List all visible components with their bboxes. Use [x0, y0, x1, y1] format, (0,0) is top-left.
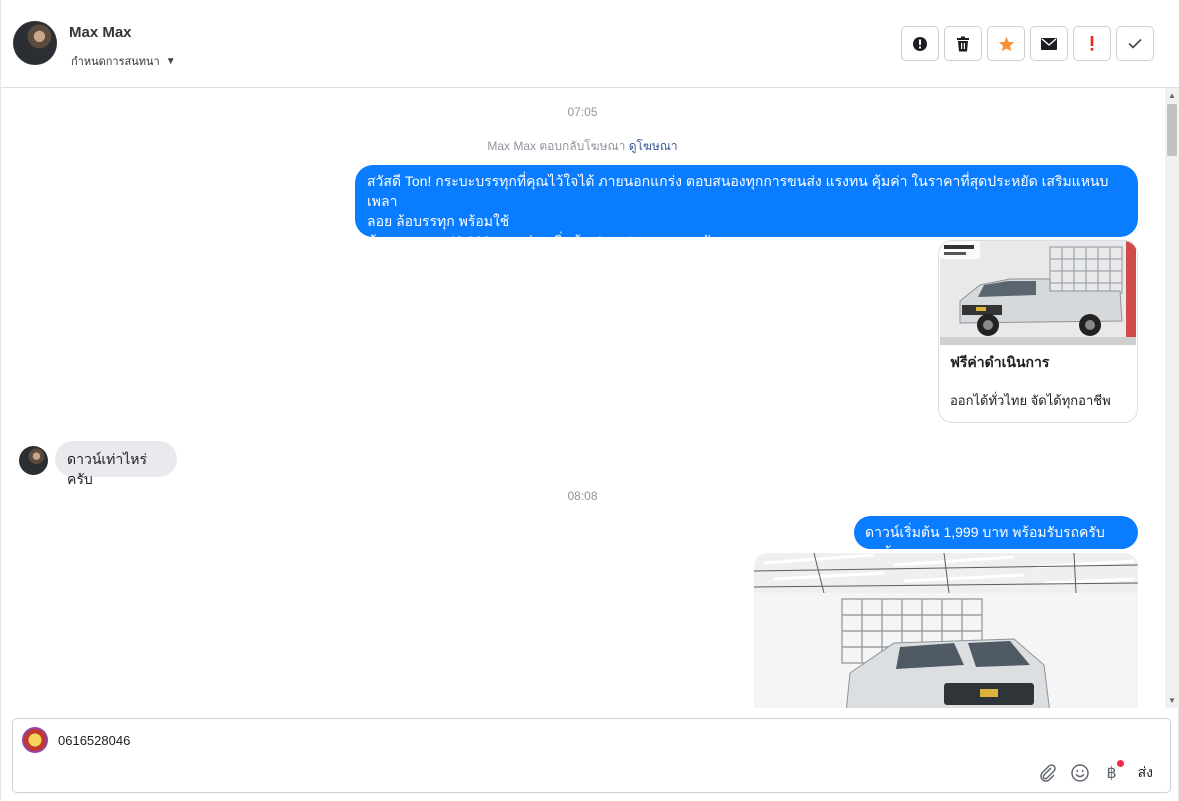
message-input[interactable] — [58, 733, 658, 748]
ad-card[interactable]: ฟรีค่าดำเนินการ ออกได้ทั่วไทย จัดได้ทุกอ… — [938, 240, 1138, 423]
pickup-truck-picture — [754, 553, 1138, 708]
notification-dot — [1116, 760, 1124, 767]
outgoing-message: ดาวน์เริ่มต้น 1,999 บาท พร้อมรับรถครับลู… — [854, 516, 1138, 560]
mark-spam-icon — [913, 36, 927, 51]
attachment-button[interactable] — [1038, 763, 1058, 783]
view-ad-link[interactable]: ดูโฆษณา — [629, 139, 678, 153]
incoming-message: ดาวน์เท่าไหร่ครับ — [55, 441, 177, 487]
pickup-truck-picture — [940, 241, 1136, 345]
conversation-header: Max Max กำหนดการสนทนา ▼ — [1, 0, 1179, 88]
mark-spam-button[interactable] — [901, 26, 939, 61]
delete-button[interactable] — [944, 26, 982, 61]
composer-tools: ฿ ส่ง — [1038, 760, 1153, 784]
emoji-icon — [1070, 764, 1089, 782]
truck-ad-image — [940, 241, 1136, 345]
ad-card-subtitle: ออกได้ทั่วไทย จัดได้ทุกอาชีพ — [950, 393, 1111, 408]
message-thread: 07:05 Max Max ตอบกลับโฆษณา ดูโฆษณา สวัสด… — [1, 88, 1164, 708]
page-avatar — [22, 727, 48, 753]
mark-unread-icon — [1041, 37, 1057, 50]
attachment-icon — [1039, 764, 1056, 782]
contact-avatar[interactable] — [13, 21, 57, 65]
payment-button[interactable]: ฿ — [1102, 760, 1124, 783]
assign-conversation-dropdown[interactable]: กำหนดการสนทนา ▼ — [71, 52, 176, 70]
scroll-down-icon[interactable]: ▼ — [1168, 696, 1176, 705]
done-button[interactable] — [1116, 26, 1154, 61]
messenger-app: Max Max กำหนดการสนทนา ▼ 07:05 Max Max ตอ… — [0, 0, 1179, 801]
truck-photo[interactable] — [754, 553, 1138, 708]
ad-reply-notice: Max Max ตอบกลับโฆษณา ดูโฆษณา — [1, 137, 1164, 156]
timestamp: 08:08 — [567, 489, 598, 503]
contact-name[interactable]: Max Max — [69, 24, 132, 41]
important-button[interactable] — [1073, 26, 1111, 61]
message-composer: ฿ ส่ง — [12, 718, 1171, 793]
assign-label: กำหนดการสนทนา — [71, 56, 160, 68]
star-icon — [998, 36, 1014, 51]
thread-scrollbar[interactable]: ▲ ▼ — [1165, 88, 1179, 708]
done-icon — [1128, 38, 1142, 49]
emoji-button[interactable] — [1070, 763, 1090, 783]
payment-icon: ฿ — [1106, 765, 1117, 782]
outgoing-message: สวัสดี Ton! กระบะบรรทุกที่คุณไว้ใจได้ ภา… — [355, 165, 1138, 249]
message-line: ลอย ล้อบรรทุก พร้อมใช้ — [367, 213, 510, 229]
scroll-up-icon[interactable]: ▲ — [1168, 91, 1176, 100]
caret-down-icon: ▼ — [165, 55, 176, 67]
mark-unread-button[interactable] — [1030, 26, 1068, 61]
send-button[interactable]: ส่ง — [1138, 762, 1153, 784]
timestamp: 07:05 — [567, 105, 598, 119]
message-line: สวัสดี Ton! กระบะบรรทุกที่คุณไว้ใจได้ ภา… — [367, 173, 1109, 209]
ad-card-title: ฟรีค่าดำเนินการ — [950, 354, 1050, 370]
important-icon — [1090, 36, 1094, 51]
sender-avatar[interactable] — [19, 446, 48, 475]
scroll-thumb[interactable] — [1167, 104, 1177, 156]
header-actions — [901, 26, 1154, 61]
delete-icon — [957, 36, 969, 51]
star-button[interactable] — [987, 26, 1025, 61]
ad-reply-text: Max Max ตอบกลับโฆษณา — [487, 139, 626, 153]
